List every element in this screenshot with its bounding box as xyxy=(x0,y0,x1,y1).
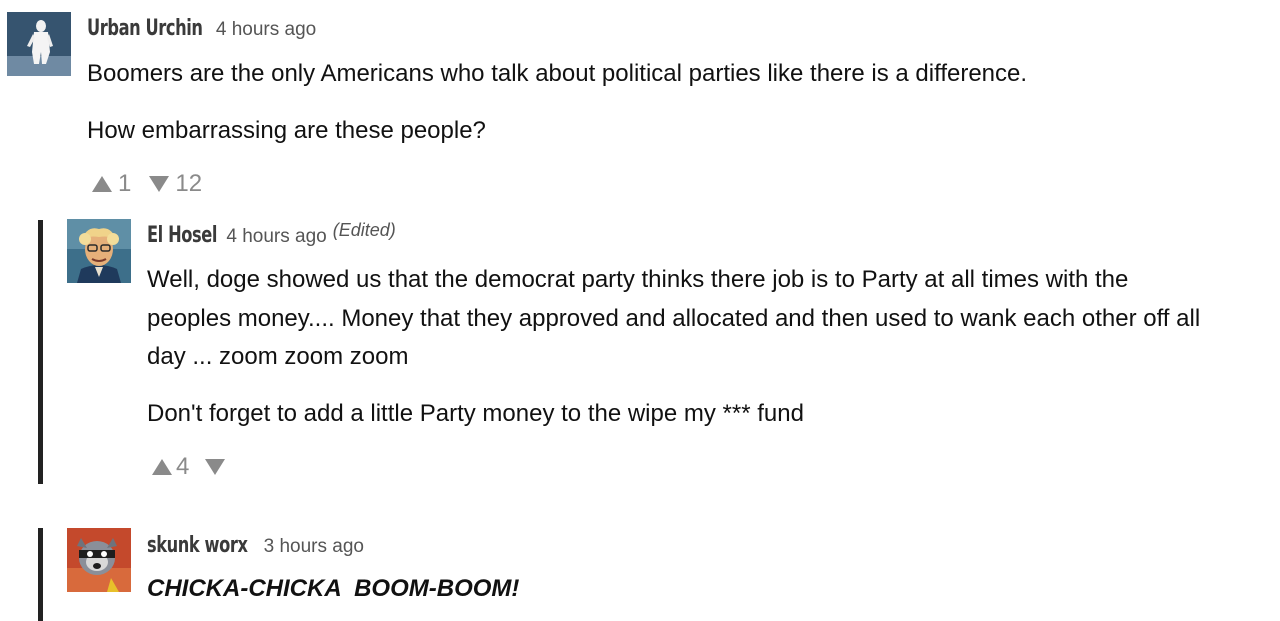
comment-meta: skunk worx 3 hours ago xyxy=(147,533,364,558)
username[interactable]: skunk worx xyxy=(147,533,248,558)
timestamp: 3 hours ago xyxy=(263,536,364,557)
avatar[interactable] xyxy=(67,528,131,592)
comment-text: CHICKA-CHICKA BOOM-BOOM! xyxy=(147,575,520,602)
comment-skunk-worx: skunk worx 3 hours ago CHICKA-CHICKA BOO… xyxy=(0,0,1280,621)
